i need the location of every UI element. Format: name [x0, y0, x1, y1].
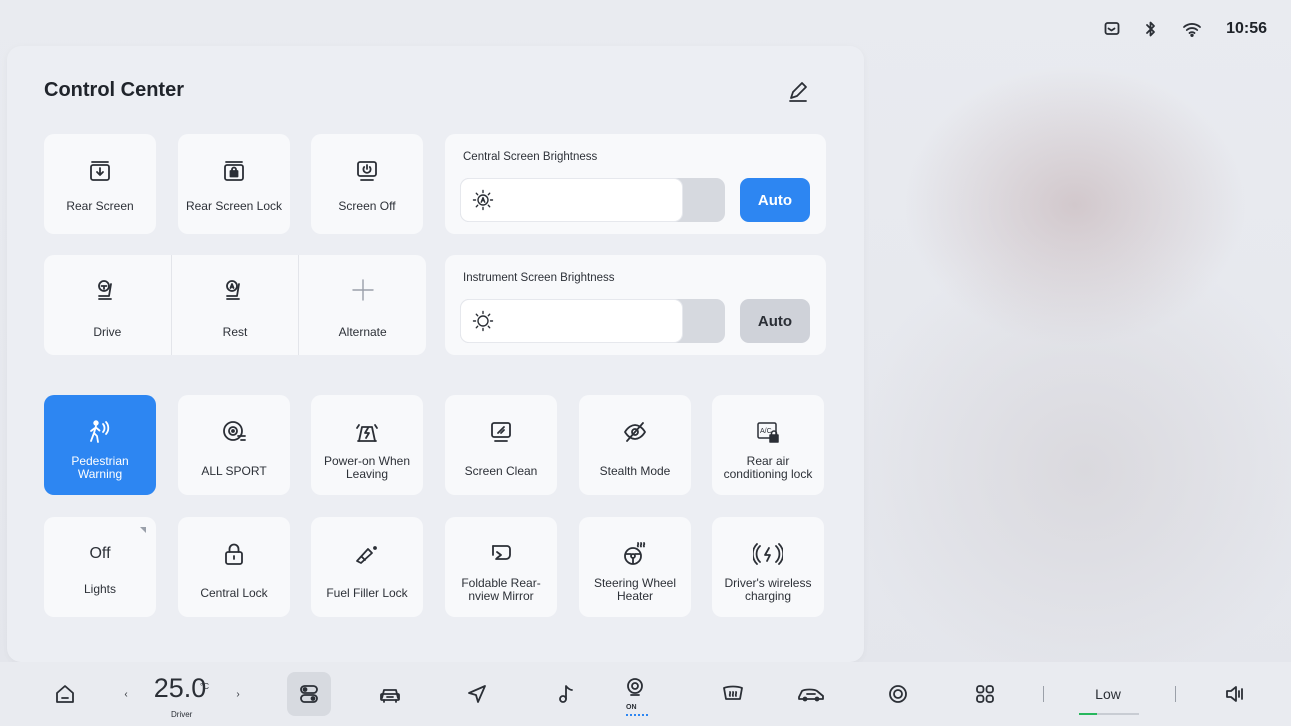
foldable-mirror-button[interactable]: Foldable Rear-nview Mirror	[445, 517, 557, 617]
screen-clean-button[interactable]: Screen Clean	[445, 395, 557, 495]
instrument-brightness-card: Instrument Screen Brightness Auto	[445, 255, 826, 355]
tile-label: Screen Clean	[464, 464, 538, 478]
volume-icon[interactable]	[1222, 662, 1248, 726]
defrost-icon[interactable]	[720, 662, 746, 726]
central-brightness-slider[interactable]	[460, 178, 725, 222]
bottom-dock: ‹ 25.0 °C Driver › ON Low	[0, 662, 1291, 726]
drive-mode-button[interactable]: Drive	[44, 255, 171, 355]
camera-icon[interactable]	[885, 662, 911, 726]
fan-speed-fill	[1079, 713, 1097, 715]
power-on-leaving-button[interactable]: Power-on When Leaving	[311, 395, 423, 495]
temperature-number: 25.0	[153, 672, 207, 703]
stealth-icon	[622, 417, 648, 447]
seat-rest-icon	[223, 275, 247, 305]
page-title: Control Center	[44, 79, 184, 101]
tile-label: ALL SPORT	[201, 464, 267, 478]
central-lock-button[interactable]: Central Lock	[178, 517, 290, 617]
seat-heat-level	[626, 714, 648, 718]
apps-icon[interactable]	[972, 662, 998, 726]
home-icon[interactable]	[52, 662, 78, 726]
fuel-filler-icon	[354, 539, 380, 569]
fuel-filler-lock-button[interactable]: Fuel Filler Lock	[311, 517, 423, 617]
tile-label: Rear Screen	[66, 199, 134, 213]
sun-icon	[472, 310, 494, 337]
tile-label: Central Lock	[200, 586, 268, 600]
pencil-icon[interactable]	[785, 78, 811, 104]
tile-label: Steering Wheel Heater	[593, 576, 677, 603]
control-center-icon[interactable]	[287, 672, 331, 716]
tile-label: Rear Screen Lock	[185, 199, 283, 213]
mirror-icon	[488, 539, 514, 569]
all-sport-button[interactable]: ALL SPORT	[178, 395, 290, 495]
tile-label: Alternate	[338, 325, 387, 339]
central-brightness-label: Central Screen Brightness	[463, 151, 598, 163]
wifi-icon	[1182, 21, 1202, 37]
bluetooth-icon	[1144, 20, 1158, 38]
car-side-icon[interactable]	[796, 662, 826, 726]
tile-label: Drive	[93, 325, 122, 339]
instrument-brightness-slider[interactable]	[460, 299, 725, 343]
power-on-leaving-icon	[354, 417, 380, 447]
tile-label: Driver's wireless charging	[724, 576, 812, 603]
steering-heater-button[interactable]: Steering Wheel Heater	[579, 517, 691, 617]
svg-text:A/C: A/C	[760, 428, 772, 435]
status-bar: 10:56	[1104, 14, 1267, 44]
tile-label: Pedestrian Warning	[71, 454, 129, 481]
instrument-auto-button[interactable]: Auto	[740, 299, 810, 343]
temp-up-arrow[interactable]: ›	[232, 662, 244, 726]
stealth-mode-button[interactable]: Stealth Mode	[579, 395, 691, 495]
lock-icon	[222, 539, 246, 569]
tile-label: Rest	[222, 325, 248, 339]
dock-divider	[1175, 686, 1176, 702]
fan-speed-control[interactable]: Low	[1086, 662, 1130, 726]
plus-icon	[350, 275, 376, 305]
temp-down-arrow[interactable]: ‹	[120, 662, 132, 726]
auto-brightness-icon	[472, 189, 494, 216]
control-center-panel: Control Center Rear Screen Rear Screen L…	[7, 46, 864, 662]
temperature-unit: °C	[200, 682, 209, 691]
instrument-brightness-label: Instrument Screen Brightness	[463, 272, 615, 284]
message-icon	[1104, 21, 1120, 37]
seat-mode-group: Drive Rest Alternate	[44, 255, 426, 355]
expand-corner-icon	[140, 527, 146, 533]
fan-speed-bar	[1079, 713, 1139, 715]
rear-screen-button[interactable]: Rear Screen	[44, 134, 156, 234]
pedestrian-warning-button[interactable]: Pedestrian Warning	[44, 395, 156, 495]
clock: 10:56	[1226, 20, 1267, 37]
rear-ac-lock-button[interactable]: A/C Rear air conditioning lock	[712, 395, 824, 495]
wireless-charging-button[interactable]: Driver's wireless charging	[712, 517, 824, 617]
lights-value: Off	[89, 545, 111, 562]
tile-label: Lights	[83, 582, 117, 596]
tile-label: Rear air conditioning lock	[723, 454, 813, 481]
pedestrian-icon	[87, 417, 113, 447]
dock-divider	[1043, 686, 1044, 702]
central-brightness-card: Central Screen Brightness Auto	[445, 134, 826, 234]
steering-heat-icon	[622, 539, 648, 569]
rear-screen-lock-button[interactable]: Rear Screen Lock	[178, 134, 290, 234]
car-icon[interactable]	[377, 662, 403, 726]
tile-label: Fuel Filler Lock	[326, 586, 408, 600]
navigation-icon[interactable]	[464, 662, 490, 726]
music-icon[interactable]	[553, 662, 579, 726]
fan-speed-label: Low	[1095, 686, 1121, 702]
tile-label: Screen Off	[338, 199, 396, 213]
central-auto-button[interactable]: Auto	[740, 178, 810, 222]
lights-button[interactable]: Off Lights	[44, 517, 156, 617]
tile-label: Stealth Mode	[599, 464, 671, 478]
rear-screen-lock-icon	[222, 156, 246, 186]
temperature-zone: Driver	[171, 710, 193, 719]
rear-screen-icon	[88, 156, 112, 186]
ac-lock-icon: A/C	[755, 417, 781, 447]
rest-mode-button[interactable]: Rest	[170, 255, 299, 355]
tile-label: Power-on When Leaving	[323, 454, 411, 481]
screen-off-icon	[355, 156, 379, 186]
screen-off-button[interactable]: Screen Off	[311, 134, 423, 234]
seat-heat-label: ON	[626, 704, 637, 711]
tile-label: Foldable Rear-nview Mirror	[461, 576, 541, 603]
wireless-charging-icon	[753, 539, 783, 569]
seat-drive-icon	[95, 275, 119, 305]
alternate-mode-button[interactable]: Alternate	[298, 255, 426, 355]
screen-clean-icon	[488, 417, 514, 447]
sport-wheel-icon	[221, 417, 247, 447]
